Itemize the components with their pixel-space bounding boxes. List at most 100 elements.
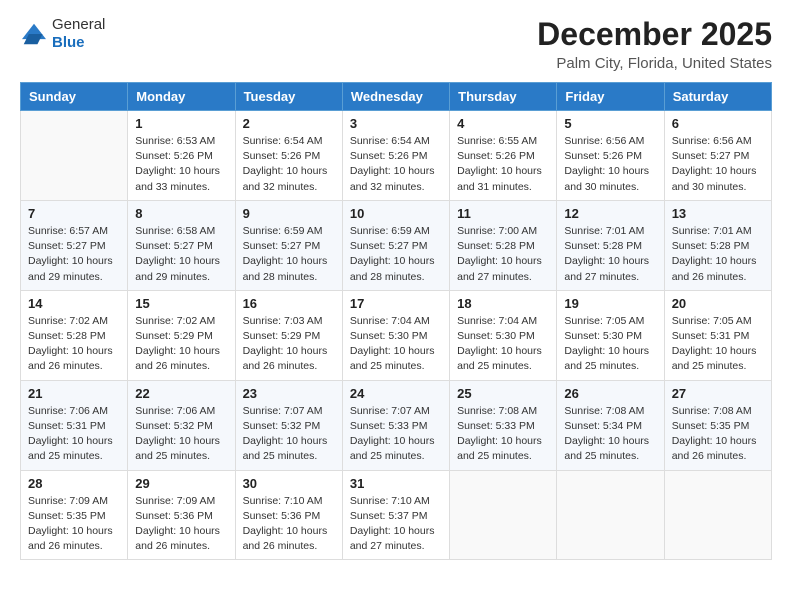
day-info: Sunrise: 6:56 AM Sunset: 5:27 PM Dayligh… [672,134,764,195]
calendar-cell: 17 Sunrise: 7:04 AM Sunset: 5:30 PM Dayli… [342,290,449,380]
day-info: Sunrise: 7:08 AM Sunset: 5:35 PM Dayligh… [672,404,764,465]
calendar-cell: 31Sunrise: 7:10 AM Sunset: 5:37 PM Dayli… [342,470,449,560]
day-info: Sunrise: 6:55 AM Sunset: 5:26 PM Dayligh… [457,134,549,195]
day-number: 13 [672,206,764,221]
calendar-cell: 29Sunrise: 7:09 AM Sunset: 5:36 PM Dayli… [128,470,235,560]
day-info: Sunrise: 7:06 AM Sunset: 5:32 PM Dayligh… [135,404,227,465]
calendar-cell: 30 Sunrise: 7:10 AM Sunset: 5:36 PM Dayli… [235,470,342,560]
calendar-cell: 22Sunrise: 7:06 AM Sunset: 5:32 PM Dayli… [128,380,235,470]
day-number: 25 [457,386,549,401]
calendar-cell: 3Sunrise: 6:54 AM Sunset: 5:26 PM Daylig… [342,111,449,201]
day-info: Sunrise: 7:05 AM Sunset: 5:31 PM Dayligh… [672,314,764,375]
day-of-week-header: Tuesday [235,83,342,111]
calendar-week-row: 21 Sunrise: 7:06 AM Sunset: 5:31 PM Dayli… [21,380,772,470]
day-number: 27 [672,386,764,401]
calendar-cell [557,470,664,560]
logo-icon [20,22,48,46]
day-number: 17 [350,296,442,311]
calendar-week-row: 7 Sunrise: 6:57 AM Sunset: 5:27 PM Daylig… [21,200,772,290]
calendar-cell [450,470,557,560]
day-info: Sunrise: 7:05 AM Sunset: 5:30 PM Dayligh… [564,314,656,375]
day-number: 10 [350,206,442,221]
calendar-cell: 18 Sunrise: 7:04 AM Sunset: 5:30 PM Dayli… [450,290,557,380]
day-info: Sunrise: 6:57 AM Sunset: 5:27 PM Dayligh… [28,224,120,285]
day-info: Sunrise: 7:08 AM Sunset: 5:34 PM Dayligh… [564,404,656,465]
day-number: 5 [564,116,656,131]
calendar-cell: 6 Sunrise: 6:56 AM Sunset: 5:27 PM Daylig… [664,111,771,201]
location: Palm City, Florida, United States [537,55,772,72]
calendar-cell [21,111,128,201]
day-number: 21 [28,386,120,401]
day-of-week-header: Saturday [664,83,771,111]
calendar-cell: 20 Sunrise: 7:05 AM Sunset: 5:31 PM Dayli… [664,290,771,380]
logo-text-general: General [52,16,105,33]
calendar-cell: 13Sunrise: 7:01 AM Sunset: 5:28 PM Dayli… [664,200,771,290]
day-info: Sunrise: 7:07 AM Sunset: 5:33 PM Dayligh… [350,404,442,465]
day-number: 6 [672,116,764,131]
calendar-cell: 12Sunrise: 7:01 AM Sunset: 5:28 PM Dayli… [557,200,664,290]
day-info: Sunrise: 7:09 AM Sunset: 5:36 PM Dayligh… [135,494,227,555]
day-of-week-header: Sunday [21,83,128,111]
day-info: Sunrise: 7:06 AM Sunset: 5:31 PM Dayligh… [28,404,120,465]
logo: General Blue [20,16,105,52]
calendar-cell: 4 Sunrise: 6:55 AM Sunset: 5:26 PM Daylig… [450,111,557,201]
day-info: Sunrise: 7:04 AM Sunset: 5:30 PM Dayligh… [457,314,549,375]
calendar-cell: 28Sunrise: 7:09 AM Sunset: 5:35 PM Dayli… [21,470,128,560]
day-of-week-header: Friday [557,83,664,111]
day-info: Sunrise: 7:09 AM Sunset: 5:35 PM Dayligh… [28,494,120,555]
month-title: December 2025 [537,16,772,53]
calendar-cell: 19Sunrise: 7:05 AM Sunset: 5:30 PM Dayli… [557,290,664,380]
day-info: Sunrise: 7:02 AM Sunset: 5:28 PM Dayligh… [28,314,120,375]
day-info: Sunrise: 6:59 AM Sunset: 5:27 PM Dayligh… [350,224,442,285]
day-number: 8 [135,206,227,221]
day-info: Sunrise: 6:56 AM Sunset: 5:26 PM Dayligh… [564,134,656,195]
day-info: Sunrise: 7:08 AM Sunset: 5:33 PM Dayligh… [457,404,549,465]
day-info: Sunrise: 6:58 AM Sunset: 5:27 PM Dayligh… [135,224,227,285]
day-number: 11 [457,206,549,221]
calendar-cell: 27 Sunrise: 7:08 AM Sunset: 5:35 PM Dayli… [664,380,771,470]
day-number: 1 [135,116,227,131]
day-number: 30 [243,476,335,491]
day-info: Sunrise: 7:07 AM Sunset: 5:32 PM Dayligh… [243,404,335,465]
page-header: General Blue December 2025 Palm City, Fl… [20,16,772,72]
calendar-header-row: SundayMondayTuesdayWednesdayThursdayFrid… [21,83,772,111]
day-number: 18 [457,296,549,311]
calendar-cell: 16Sunrise: 7:03 AM Sunset: 5:29 PM Dayli… [235,290,342,380]
calendar-cell: 14 Sunrise: 7:02 AM Sunset: 5:28 PM Dayli… [21,290,128,380]
day-info: Sunrise: 7:00 AM Sunset: 5:28 PM Dayligh… [457,224,549,285]
day-number: 16 [243,296,335,311]
calendar-cell: 7 Sunrise: 6:57 AM Sunset: 5:27 PM Daylig… [21,200,128,290]
calendar-cell: 11 Sunrise: 7:00 AM Sunset: 5:28 PM Dayli… [450,200,557,290]
calendar-cell: 8 Sunrise: 6:58 AM Sunset: 5:27 PM Daylig… [128,200,235,290]
calendar-cell: 10 Sunrise: 6:59 AM Sunset: 5:27 PM Dayli… [342,200,449,290]
day-info: Sunrise: 6:54 AM Sunset: 5:26 PM Dayligh… [350,134,442,195]
day-info: Sunrise: 6:59 AM Sunset: 5:27 PM Dayligh… [243,224,335,285]
logo-text-blue: Blue [52,34,85,51]
calendar-cell: 25 Sunrise: 7:08 AM Sunset: 5:33 PM Dayli… [450,380,557,470]
day-info: Sunrise: 6:54 AM Sunset: 5:26 PM Dayligh… [243,134,335,195]
day-number: 23 [243,386,335,401]
calendar-cell: 5 Sunrise: 6:56 AM Sunset: 5:26 PM Daylig… [557,111,664,201]
day-number: 7 [28,206,120,221]
day-info: Sunrise: 7:10 AM Sunset: 5:36 PM Dayligh… [243,494,335,555]
calendar-table: SundayMondayTuesdayWednesdayThursdayFrid… [20,82,772,560]
day-number: 12 [564,206,656,221]
title-block: December 2025 Palm City, Florida, United… [537,16,772,72]
calendar-cell: 26Sunrise: 7:08 AM Sunset: 5:34 PM Dayli… [557,380,664,470]
calendar-cell: 21 Sunrise: 7:06 AM Sunset: 5:31 PM Dayli… [21,380,128,470]
calendar-week-row: 14 Sunrise: 7:02 AM Sunset: 5:28 PM Dayli… [21,290,772,380]
day-number: 4 [457,116,549,131]
calendar-cell [664,470,771,560]
calendar-cell: 24 Sunrise: 7:07 AM Sunset: 5:33 PM Dayli… [342,380,449,470]
day-of-week-header: Monday [128,83,235,111]
day-number: 24 [350,386,442,401]
day-number: 9 [243,206,335,221]
day-of-week-header: Thursday [450,83,557,111]
calendar-cell: 1Sunrise: 6:53 AM Sunset: 5:26 PM Daylig… [128,111,235,201]
day-info: Sunrise: 7:04 AM Sunset: 5:30 PM Dayligh… [350,314,442,375]
calendar-cell: 2Sunrise: 6:54 AM Sunset: 5:26 PM Daylig… [235,111,342,201]
day-number: 20 [672,296,764,311]
calendar-cell: 9 Sunrise: 6:59 AM Sunset: 5:27 PM Daylig… [235,200,342,290]
calendar-week-row: 28Sunrise: 7:09 AM Sunset: 5:35 PM Dayli… [21,470,772,560]
day-number: 14 [28,296,120,311]
